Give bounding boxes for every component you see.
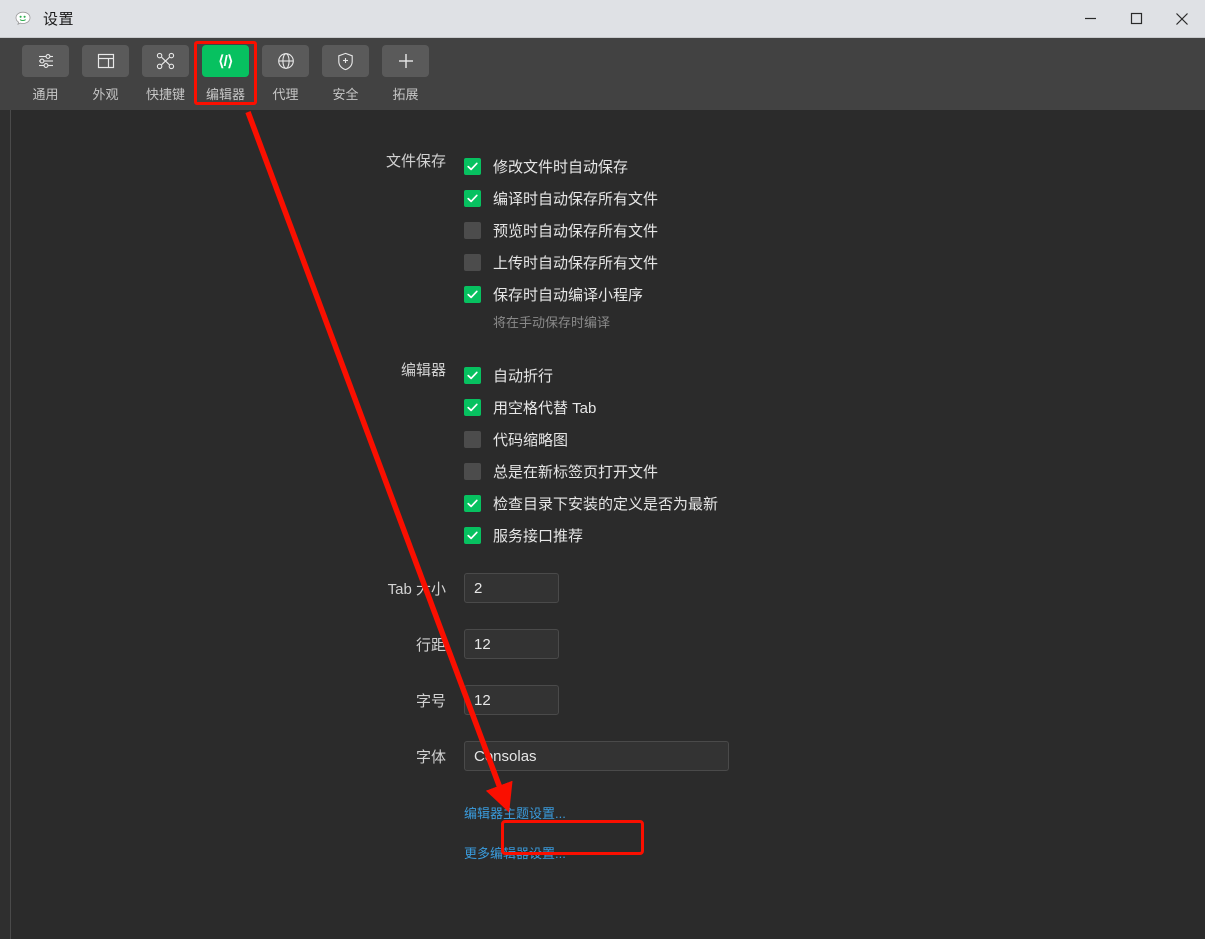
code-brackets-glyph: ⟨/⟩ bbox=[218, 53, 233, 70]
plus-icon bbox=[382, 45, 429, 77]
checkbox-label: 修改文件时自动保存 bbox=[493, 158, 629, 176]
minimize-button[interactable] bbox=[1067, 0, 1113, 37]
keyboard-key-icon bbox=[142, 45, 189, 77]
checkbox-checked-icon[interactable] bbox=[464, 526, 481, 544]
settings-content: 文件保存 修改文件时自动保存 编译时自动保存所有文件 预览时自动保存所有文件 上… bbox=[12, 110, 1205, 939]
window-title: 设置 bbox=[43, 11, 75, 28]
close-button[interactable] bbox=[1159, 0, 1205, 37]
checkbox-row[interactable]: 总是在新标签页打开文件 bbox=[464, 455, 1205, 487]
title-bar: 设置 bbox=[0, 0, 1205, 38]
sliders-icon bbox=[22, 45, 69, 77]
section-editor-label: 编辑器 bbox=[400, 362, 446, 379]
checkbox-label: 用空格代替 Tab bbox=[493, 399, 597, 417]
checkbox-checked-icon[interactable] bbox=[464, 285, 481, 303]
font-size-label: 字号 bbox=[415, 692, 446, 710]
section-editor-options: 自动折行 用空格代替 Tab 代码缩略图 总是在新标签页打开文件 检查目录下安装… bbox=[464, 359, 1205, 551]
checkbox-label: 保存时自动编译小程序 bbox=[493, 286, 644, 304]
maximize-button[interactable] bbox=[1113, 0, 1159, 37]
left-rail bbox=[0, 110, 11, 939]
checkbox-row[interactable]: 代码缩略图 bbox=[464, 423, 1205, 455]
line-height-label: 行距 bbox=[415, 636, 446, 654]
tab-shortcuts-label: 快捷键 bbox=[145, 87, 185, 102]
checkbox-label: 代码缩略图 bbox=[493, 431, 569, 449]
link-row-more: 更多编辑器设置... bbox=[12, 843, 1205, 863]
checkbox-checked-icon[interactable] bbox=[464, 494, 481, 512]
tab-extensions[interactable]: 拓展 bbox=[378, 45, 433, 103]
checkbox-row[interactable]: 修改文件时自动保存 bbox=[464, 150, 1205, 182]
file-save-hint: 将在手动保存时编译 bbox=[493, 315, 611, 330]
globe-icon bbox=[262, 45, 309, 77]
tab-size-input[interactable] bbox=[464, 573, 559, 603]
tab-general[interactable]: 通用 bbox=[18, 45, 73, 103]
minimize-icon bbox=[1084, 17, 1096, 20]
font-family-label: 字体 bbox=[415, 748, 446, 766]
tab-editor-label: 编辑器 bbox=[205, 87, 245, 102]
checkbox-unchecked-icon[interactable] bbox=[464, 462, 481, 480]
settings-body: 文件保存 修改文件时自动保存 编译时自动保存所有文件 预览时自动保存所有文件 上… bbox=[0, 110, 1205, 939]
checkbox-row[interactable]: 编译时自动保存所有文件 bbox=[464, 182, 1205, 214]
checkbox-label: 上传时自动保存所有文件 bbox=[493, 254, 659, 272]
tab-appearance[interactable]: 外观 bbox=[78, 45, 133, 103]
font-family-input[interactable] bbox=[464, 741, 729, 771]
checkbox-row[interactable]: 检查目录下安装的定义是否为最新 bbox=[464, 487, 1205, 519]
more-editor-settings-link[interactable]: 更多编辑器设置... bbox=[464, 843, 566, 862]
checkbox-checked-icon[interactable] bbox=[464, 366, 481, 384]
shield-plus-icon bbox=[322, 45, 369, 77]
tab-proxy-label: 代理 bbox=[272, 87, 299, 102]
close-icon bbox=[1176, 12, 1188, 25]
wechat-bubble-icon bbox=[12, 8, 34, 30]
field-row-font-family: 字体 bbox=[12, 741, 1205, 771]
editor-theme-settings-link[interactable]: 编辑器主题设置... bbox=[464, 803, 566, 822]
checkbox-checked-icon[interactable] bbox=[464, 189, 481, 207]
checkbox-row[interactable]: 自动折行 bbox=[464, 359, 1205, 391]
link-row-theme: 编辑器主题设置... bbox=[12, 803, 1205, 823]
tab-security-label: 安全 bbox=[332, 87, 359, 102]
checkbox-unchecked-icon[interactable] bbox=[464, 221, 481, 239]
settings-toolbar: 通用 外观 快捷键 ⟨/⟩ 编辑器 代理 安全 拓展 bbox=[0, 38, 1205, 110]
checkbox-row[interactable]: 预览时自动保存所有文件 bbox=[464, 214, 1205, 246]
line-height-input[interactable] bbox=[464, 629, 559, 659]
checkbox-checked-icon[interactable] bbox=[464, 398, 481, 416]
tab-shortcuts[interactable]: 快捷键 bbox=[138, 45, 193, 103]
field-row-tab-size: Tab 大小 bbox=[12, 573, 1205, 603]
checkbox-row[interactable]: 上传时自动保存所有文件 bbox=[464, 246, 1205, 278]
checkbox-label: 检查目录下安装的定义是否为最新 bbox=[493, 495, 719, 513]
checkbox-label: 编译时自动保存所有文件 bbox=[493, 190, 659, 208]
code-brackets-icon: ⟨/⟩ bbox=[202, 45, 249, 77]
checkbox-row[interactable]: 保存时自动编译小程序 bbox=[464, 278, 1205, 310]
checkbox-label: 自动折行 bbox=[493, 367, 554, 385]
section-file-save: 文件保存 修改文件时自动保存 编译时自动保存所有文件 预览时自动保存所有文件 上… bbox=[12, 150, 1205, 335]
maximize-icon bbox=[1130, 12, 1142, 25]
checkbox-label: 总是在新标签页打开文件 bbox=[493, 463, 659, 481]
tab-security[interactable]: 安全 bbox=[318, 45, 373, 103]
checkbox-row[interactable]: 服务接口推荐 bbox=[464, 519, 1205, 551]
field-row-line-height: 行距 bbox=[12, 629, 1205, 659]
checkbox-unchecked-icon[interactable] bbox=[464, 253, 481, 271]
checkbox-unchecked-icon[interactable] bbox=[464, 430, 481, 448]
tab-size-label: Tab 大小 bbox=[387, 580, 446, 598]
window-icon bbox=[82, 45, 129, 77]
section-file-save-options: 修改文件时自动保存 编译时自动保存所有文件 预览时自动保存所有文件 上传时自动保… bbox=[464, 150, 1205, 335]
section-file-save-label: 文件保存 bbox=[385, 153, 446, 170]
tab-extensions-label: 拓展 bbox=[392, 87, 419, 102]
settings-window: 设置 通用 外观 快捷键 ⟨/⟩ 编辑器 代理 安全 拓展 文件保存 修改文件时… bbox=[0, 0, 1205, 939]
tab-appearance-label: 外观 bbox=[92, 87, 119, 102]
tab-editor[interactable]: ⟨/⟩ 编辑器 bbox=[198, 45, 253, 103]
tab-general-label: 通用 bbox=[32, 87, 59, 102]
section-editor: 编辑器 自动折行 用空格代替 Tab 代码缩略图 总是在新标签页打开文件 检查目… bbox=[12, 359, 1205, 551]
tab-proxy[interactable]: 代理 bbox=[258, 45, 313, 103]
checkbox-checked-icon[interactable] bbox=[464, 157, 481, 175]
font-size-input[interactable] bbox=[464, 685, 559, 715]
checkbox-row[interactable]: 用空格代替 Tab bbox=[464, 391, 1205, 423]
checkbox-label: 服务接口推荐 bbox=[493, 527, 584, 545]
field-row-font-size: 字号 bbox=[12, 685, 1205, 715]
checkbox-label: 预览时自动保存所有文件 bbox=[493, 222, 659, 240]
